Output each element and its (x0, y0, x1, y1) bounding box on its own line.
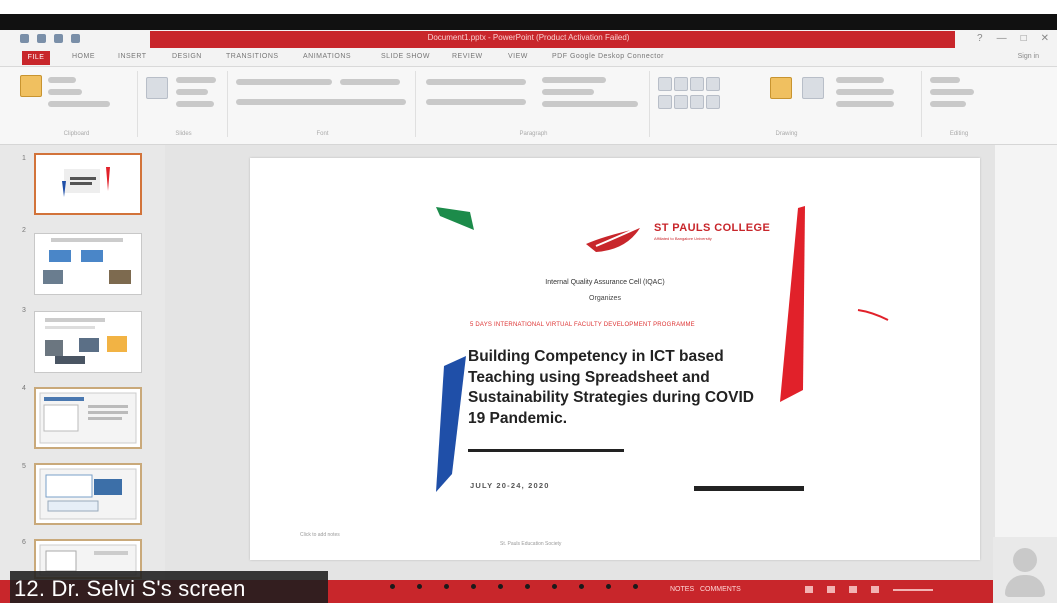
tab-pdf-connector[interactable]: PDF Google Deskop Connector (552, 53, 664, 60)
slides-group: Slides (140, 71, 228, 137)
thumb-number: 1 (22, 155, 26, 162)
drawing-label: Drawing (775, 131, 798, 137)
paragraph-label: Paragraph (519, 131, 548, 137)
program-text: 5 DAYS INTERNATIONAL VIRTUAL FACULTY DEV… (470, 322, 695, 328)
tab-insert[interactable]: INSERT (118, 53, 147, 60)
view-buttons (805, 586, 933, 593)
thumb-number: 2 (22, 227, 26, 234)
tab-design[interactable]: DESIGN (172, 53, 202, 60)
right-pane (995, 145, 1057, 580)
close-button[interactable]: ✕ (1041, 33, 1049, 44)
minimize-button[interactable]: — (997, 33, 1007, 44)
college-logo-text: ST PAULS COLLEGE (654, 222, 771, 234)
organizes-text: Organizes (589, 295, 621, 302)
ribbon: Clipboard Slides Font Paragraph Drawing (0, 67, 1057, 145)
slide-sorter-icon[interactable] (827, 586, 835, 593)
font-label: Font (316, 131, 329, 137)
thumb-number: 4 (22, 385, 26, 392)
thumb-number: 6 (22, 539, 26, 546)
slide-thumbnail-2[interactable] (34, 233, 142, 295)
screen-share-label: 12. Dr. Selvi S's screen (10, 571, 328, 603)
ribbon-tabs: FILE HOME INSERT DESIGN TRANSITIONS ANIM… (0, 50, 1057, 67)
slide-thumbnail-5[interactable] (34, 463, 142, 525)
paste-icon[interactable] (20, 75, 42, 97)
college-logo-subtext: Affiliated to Bangalore University (654, 236, 712, 241)
user-account[interactable]: Sign in (1018, 53, 1039, 60)
top-letterbox (0, 0, 1057, 30)
window-controls: ? — □ ✕ (977, 33, 1049, 44)
slide-nav-dots (390, 584, 638, 589)
help-button[interactable]: ? (977, 33, 983, 44)
clipboard-group: Clipboard (16, 71, 138, 137)
presenter-name: 12. Dr. Selvi S's screen (14, 576, 246, 601)
tab-transitions[interactable]: TRANSITIONS (226, 53, 279, 60)
event-date: JULY 20-24, 2020 (470, 481, 550, 490)
slide-footer-mid: St. Pauls Education Society (500, 541, 562, 547)
zoom-slider[interactable] (893, 589, 933, 591)
slide-main-title: Building Competency in ICT based Teachin… (468, 348, 754, 427)
slides-label: Slides (175, 131, 192, 137)
comments-button[interactable]: COMMENTS (700, 586, 741, 593)
arrange-icon[interactable] (770, 77, 792, 99)
tab-file[interactable]: FILE (22, 51, 50, 65)
participant-avatar (993, 537, 1057, 603)
thumb-number: 5 (22, 463, 26, 470)
notes-button[interactable]: NOTES (670, 586, 694, 593)
thumb-number: 3 (22, 307, 26, 314)
font-group: Font (230, 71, 416, 137)
slideshow-icon[interactable] (871, 586, 879, 593)
new-slide-icon[interactable] (146, 77, 168, 99)
editing-label: Editing (949, 131, 969, 137)
notes-comments-label: NOTES COMMENTS (670, 586, 741, 593)
reading-view-icon[interactable] (849, 586, 857, 593)
paragraph-group: Paragraph (418, 71, 650, 137)
tab-home[interactable]: HOME (72, 53, 95, 60)
slide-footer-left: Click to add notes (300, 532, 340, 538)
quick-styles-icon[interactable] (802, 77, 824, 99)
normal-view-icon[interactable] (805, 586, 813, 593)
slide-thumbnail-3[interactable] (34, 311, 142, 373)
slide-thumbnail-1[interactable] (34, 153, 142, 215)
tab-view[interactable]: VIEW (508, 53, 528, 60)
slide-thumbnail-4[interactable] (34, 387, 142, 449)
clipboard-label: Clipboard (63, 131, 90, 137)
drawing-group: Drawing (652, 71, 922, 137)
window-title: Document1.pptx - PowerPoint (Product Act… (427, 33, 630, 42)
maximize-button[interactable]: □ (1021, 33, 1027, 44)
tab-animations[interactable]: ANIMATIONS (303, 53, 351, 60)
editing-group: Editing (924, 71, 994, 137)
title-bar: Document1.pptx - PowerPoint (Product Act… (0, 30, 1057, 50)
tab-review[interactable]: REVIEW (452, 53, 483, 60)
tab-slide-show[interactable]: SLIDE SHOW (381, 53, 430, 60)
iqac-heading: Internal Quality Assurance Cell (IQAC) (545, 279, 665, 286)
slides-thumbnail-pane: 1 2 3 4 5 6 (0, 145, 165, 580)
